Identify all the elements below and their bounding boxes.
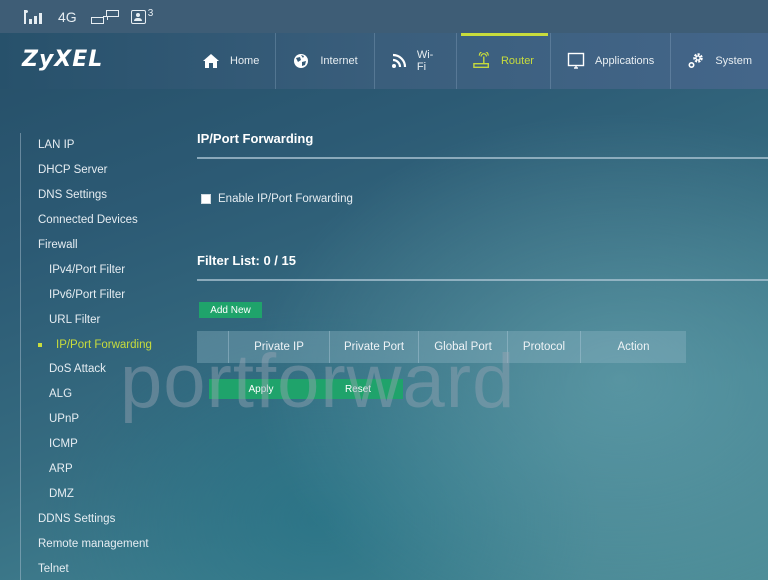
filter-list-divider bbox=[197, 279, 768, 281]
sidebar-item-alg[interactable]: ALG bbox=[21, 382, 190, 407]
globe-icon bbox=[292, 52, 310, 70]
enable-forwarding-row: Enable IP/Port Forwarding bbox=[201, 193, 353, 205]
users-count: 3 bbox=[147, 8, 154, 19]
gears-icon bbox=[687, 52, 705, 70]
network-type: 4G bbox=[58, 8, 77, 25]
sidebar-item-dns-settings[interactable]: DNS Settings bbox=[21, 183, 190, 208]
nav-internet-label: Internet bbox=[320, 55, 358, 67]
sidebar-item-dhcp-server[interactable]: DHCP Server bbox=[21, 158, 190, 183]
filter-table-header: Private IP Private Port Global Port Prot… bbox=[197, 331, 686, 363]
enable-forwarding-checkbox[interactable] bbox=[201, 194, 211, 204]
sidebar-item-dos-attack[interactable]: DoS Attack bbox=[21, 357, 190, 382]
sidebar-item-dmz[interactable]: DMZ bbox=[21, 481, 190, 506]
monitor-icon bbox=[567, 52, 585, 70]
sidebar-item-url-filter[interactable]: URL Filter bbox=[21, 307, 190, 332]
sidebar-item-ddns-settings[interactable]: DDNS Settings bbox=[21, 506, 190, 531]
enable-forwarding-label[interactable]: Enable IP/Port Forwarding bbox=[218, 193, 353, 205]
title-divider bbox=[197, 157, 768, 159]
column-header-private-ip: Private IP bbox=[229, 331, 330, 363]
header: ZyXEL Home Internet Wi-Fi Router Applica… bbox=[0, 33, 768, 89]
column-header-protocol: Protocol bbox=[508, 331, 581, 363]
sidebar-item-telnet[interactable]: Telnet bbox=[21, 556, 190, 580]
nav-home-label: Home bbox=[230, 55, 260, 67]
sidebar-item-remote-management[interactable]: Remote management bbox=[21, 531, 190, 556]
sidebar-item-firewall[interactable]: Firewall bbox=[21, 233, 190, 258]
user-icon bbox=[130, 9, 146, 24]
sidebar-item-lan-ip[interactable]: LAN IP bbox=[21, 133, 190, 158]
signal-bars-icon bbox=[24, 9, 46, 24]
sidebar-item-ipv6-port-filter[interactable]: IPv6/Port Filter bbox=[21, 282, 190, 307]
nav-home[interactable]: Home bbox=[186, 33, 277, 89]
column-header-select bbox=[197, 331, 229, 363]
nav-wifi[interactable]: Wi-Fi bbox=[375, 33, 457, 89]
column-header-private-port: Private Port bbox=[330, 331, 419, 363]
sidebar-item-connected-devices[interactable]: Connected Devices bbox=[21, 208, 190, 233]
add-new-button[interactable]: Add New bbox=[199, 302, 262, 318]
sidebar: LAN IP DHCP Server DNS Settings Connecte… bbox=[20, 133, 190, 580]
zyxel-logo[interactable]: ZyXEL bbox=[22, 47, 103, 72]
sidebar-item-ipv4-port-filter[interactable]: IPv4/Port Filter bbox=[21, 257, 190, 282]
nav-router-label: Router bbox=[500, 55, 534, 67]
sidebar-item-ip-port-forwarding[interactable]: IP/Port Forwarding bbox=[21, 332, 190, 357]
nav-wifi-label: Wi-Fi bbox=[416, 49, 434, 73]
nav-internet[interactable]: Internet bbox=[276, 33, 375, 89]
status-bar: 4G 3 bbox=[0, 0, 768, 33]
active-bullet-icon bbox=[38, 343, 42, 348]
nav-system[interactable]: System bbox=[671, 33, 768, 89]
sidebar-item-ip-port-forwarding-label: IP/Port Forwarding bbox=[56, 338, 152, 351]
nav-system-label: System bbox=[715, 55, 752, 67]
nav-applications-label: Applications bbox=[594, 55, 655, 67]
nav-router[interactable]: Router bbox=[457, 33, 551, 89]
sidebar-item-arp[interactable]: ARP bbox=[21, 457, 190, 482]
sidebar-item-icmp[interactable]: ICMP bbox=[21, 432, 190, 457]
network-topology-icon bbox=[90, 9, 119, 24]
column-header-global-port: Global Port bbox=[419, 331, 508, 363]
main-nav: Home Internet Wi-Fi Router Applications bbox=[186, 33, 768, 89]
filter-list-title: Filter List: 0 / 15 bbox=[197, 253, 296, 268]
page-title: IP/Port Forwarding bbox=[197, 131, 314, 146]
reset-button[interactable]: Reset bbox=[313, 379, 403, 399]
router-icon bbox=[473, 52, 491, 70]
column-header-action: Action bbox=[617, 341, 650, 353]
sidebar-item-upnp[interactable]: UPnP bbox=[21, 407, 190, 432]
home-icon bbox=[202, 52, 220, 70]
wifi-icon bbox=[391, 52, 407, 70]
apply-button[interactable]: Apply bbox=[209, 379, 313, 399]
nav-applications[interactable]: Applications bbox=[551, 33, 672, 89]
